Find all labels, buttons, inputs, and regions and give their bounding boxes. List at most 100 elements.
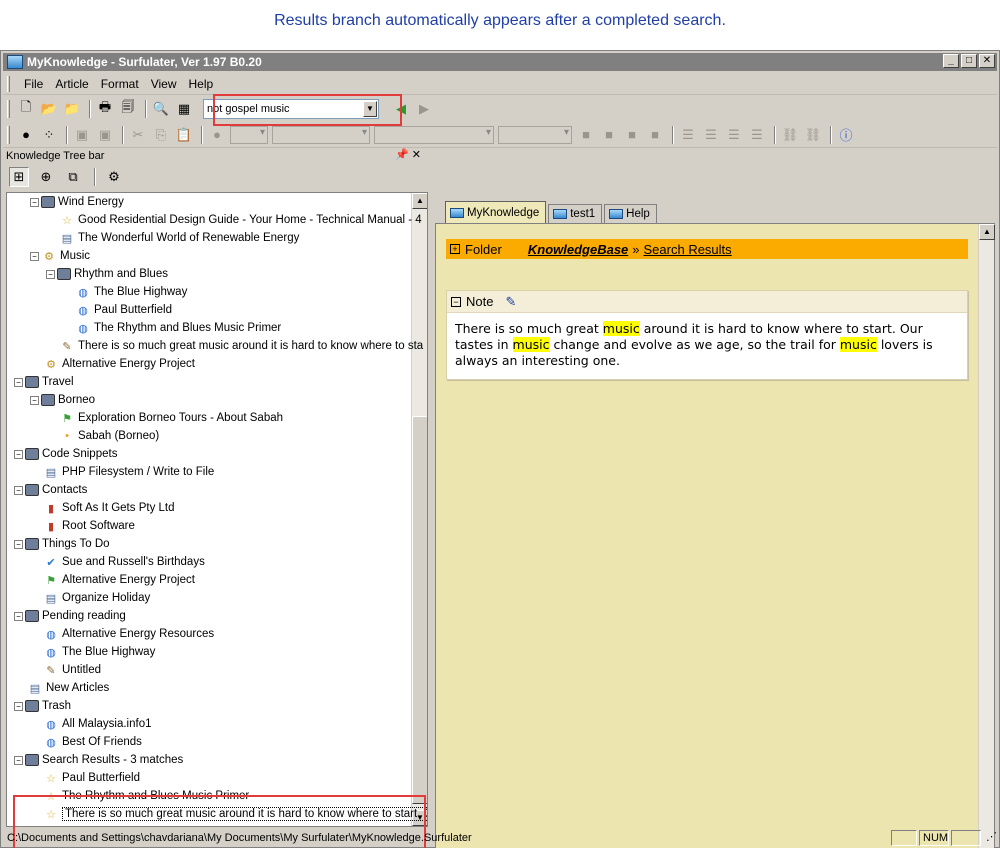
tree-item[interactable]: − Wind Energy [30,193,124,211]
tree-toggle-icon[interactable]: − [30,395,39,405]
tree-item[interactable]: ⚑ Alternative Energy Project [43,571,195,589]
tree-toggle-icon[interactable]: − [14,377,23,387]
indent-icon[interactable]: ☰ [701,125,721,145]
tree-item[interactable]: ✎ There is so much great music around it … [59,337,423,355]
tree-item[interactable]: ⚙ Alternative Energy Project [43,355,195,373]
list-icon[interactable]: ☰ [724,125,744,145]
menu-file[interactable]: File [18,77,49,91]
tree-toggle-icon[interactable]: − [14,485,23,495]
resize-grip-icon[interactable]: ⋰ [983,830,997,846]
edit-pen-icon[interactable]: ✎ [505,294,516,310]
tree-item[interactable]: − Trash [14,697,71,715]
paste-article-icon[interactable]: ▣ [95,125,115,145]
tree-item[interactable]: ✎ Untitled [43,661,101,679]
new-icon[interactable]: 🗋 [16,99,36,119]
tree-scrollbar[interactable]: ▲ ▼ [411,193,427,826]
tree-options-icon[interactable]: ⚙ [104,167,124,187]
menu-article[interactable]: Article [49,77,94,91]
tree-item[interactable]: − Rhythm and Blues [46,265,168,283]
tree-item[interactable]: − Things To Do [14,535,110,553]
copy-icon[interactable]: ⎘ [151,125,171,145]
tab-myknowledge[interactable]: MyKnowledge [445,201,547,223]
toolbar2-grip[interactable] [7,125,10,144]
print-preview-icon[interactable]: 🗐 [118,99,138,119]
align-icon[interactable]: ☰ [678,125,698,145]
tree-view-icon[interactable]: ⊞ [9,167,29,187]
copy-article-icon[interactable]: ▣ [72,125,92,145]
tree-item[interactable]: ◍ The Blue Highway [75,283,187,301]
bold-icon[interactable]: ■ [576,125,596,145]
scroll-thumb[interactable] [412,416,427,804]
find-icon[interactable]: 🔍 [151,99,171,119]
scroll-up-arrow[interactable]: ▲ [412,193,427,209]
tree-add-icon[interactable]: ⊕ [36,167,56,187]
tree-item[interactable]: ▤ New Articles [27,679,109,697]
tree-item[interactable]: − Search Results - 3 matches [14,751,183,769]
menu-help[interactable]: Help [183,77,220,91]
dots-icon[interactable]: ⁘ [39,125,59,145]
expand-icon[interactable]: + [450,244,460,254]
collapse-icon[interactable]: − [451,296,461,307]
open-icon[interactable]: 📂 [39,99,59,119]
print-icon[interactable]: 🖶 [95,99,115,119]
tree-item[interactable]: ⚑ Exploration Borneo Tours - About Sabah [59,409,283,427]
tree-copy-icon[interactable]: ⧉ [63,167,83,187]
tab-help[interactable]: Help [604,204,657,223]
tree-item[interactable]: ▤ Organize Holiday [43,589,150,607]
tree-item[interactable]: ☆ Good Residential Design Guide - Your Ho… [59,211,422,229]
tree-toggle-icon[interactable]: − [14,539,23,549]
tree-item[interactable]: ☆ Paul Butterfield [43,769,140,787]
article-scroll-up-arrow[interactable]: ▲ [979,224,995,240]
tree-toggle-icon[interactable]: − [46,269,55,279]
article-scrollbar[interactable]: ▲ ▼ [978,224,995,848]
italic-icon[interactable]: ■ [599,125,619,145]
tree-item[interactable]: ▮ Soft As It Gets Pty Ltd [43,499,175,517]
info-icon[interactable]: ⓘ [836,125,856,145]
menu-format[interactable]: Format [95,77,145,91]
toolbar-grip[interactable] [7,100,10,118]
search-options-icon[interactable]: ▦ [174,99,194,119]
unlink-icon[interactable]: ⛓ [803,125,823,145]
tree-item[interactable]: − Contacts [14,481,87,499]
tree-item[interactable]: ▤ PHP Filesystem / Write to File [43,463,215,481]
forward-icon[interactable]: ▶ [414,99,434,119]
font-combo[interactable] [272,125,370,144]
tree-item[interactable]: ✔ Sue and Russell's Birthdays [43,553,204,571]
color-icon[interactable]: ● [16,125,36,145]
breadcrumb-search-results[interactable]: Search Results [644,242,732,257]
tree-item[interactable]: ◍ The Blue Highway [43,643,155,661]
pane-close-icon[interactable]: ✕ [412,149,421,161]
tree-item[interactable]: − Borneo [30,391,95,409]
tree-item[interactable]: ◍ All Malaysia.info1 [43,715,151,733]
record-icon[interactable]: ● [207,125,227,145]
menubar-grip[interactable] [7,75,10,92]
tree-toggle-icon[interactable]: − [14,701,23,711]
folder-up-icon[interactable]: 📁 [62,99,82,119]
tree-item[interactable]: ◍ Best Of Friends [43,733,142,751]
cut-icon[interactable]: ✂ [128,125,148,145]
pin-icon[interactable]: 📌 [395,149,409,161]
tree-toggle-icon[interactable]: − [14,755,23,765]
strike-icon[interactable]: ■ [645,125,665,145]
numbered-list-icon[interactable]: ☰ [747,125,767,145]
tree-item[interactable]: − Code Snippets [14,445,117,463]
tree-item[interactable]: ◍ The Rhythm and Blues Music Primer [75,319,281,337]
note-text[interactable]: There is so much great music around it i… [447,313,967,377]
tab-test1[interactable]: test1 [548,204,603,223]
tree-item[interactable]: − Travel [14,373,74,391]
zoom-combo[interactable] [498,125,572,144]
tree-item[interactable]: − ⚙ Music [30,247,90,265]
knowledge-tree[interactable]: ▲ ▼ − Wind Energy ☆ Good Residential Design… [6,192,428,827]
tree-item[interactable]: ◍ Paul Butterfield [75,301,172,319]
tree-item[interactable]: ▤ The Wonderful World of Renewable Energy [59,229,300,247]
menu-view[interactable]: View [145,77,183,91]
tree-toggle-icon[interactable]: − [30,251,39,261]
underline-icon[interactable]: ■ [622,125,642,145]
tree-toggle-icon[interactable]: − [30,197,39,207]
close-button[interactable]: ✕ [979,54,995,68]
size-combo[interactable] [374,125,494,144]
maximize-button[interactable]: □ [961,54,977,68]
paste-icon[interactable]: 📋 [174,125,194,145]
tree-item[interactable]: ◍ Alternative Energy Resources [43,625,214,643]
tree-item[interactable]: ▮ Root Software [43,517,135,535]
